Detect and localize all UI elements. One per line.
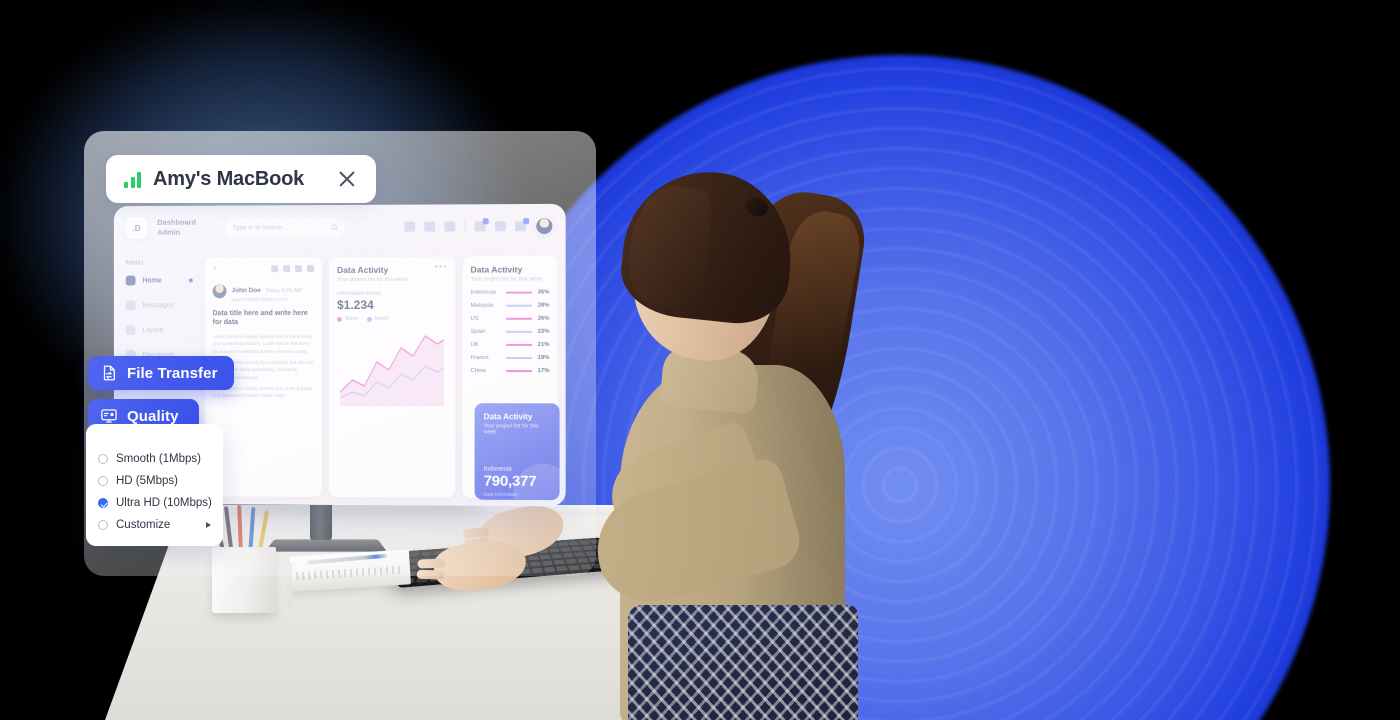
- quality-option-ultra-hd[interactable]: Ultra HD (10Mbps): [86, 492, 223, 514]
- quality-menu: Smooth (1Mbps) HD (5Mbps) Ultra HD (10Mb…: [86, 424, 223, 546]
- quality-label: Quality: [127, 407, 179, 425]
- radio-checked-icon: [98, 498, 108, 508]
- quality-option-label: Smooth (1Mbps): [116, 453, 202, 465]
- quality-option-label: Ultra HD (10Mbps): [116, 497, 212, 509]
- radio-icon: [98, 520, 108, 530]
- file-transfer-icon: [103, 365, 115, 381]
- quality-option-customize[interactable]: Customize: [86, 514, 223, 536]
- close-icon[interactable]: [336, 168, 358, 190]
- quality-option-smooth[interactable]: Smooth (1Mbps): [86, 448, 223, 470]
- popup-header: Amy's MacBook: [106, 155, 376, 203]
- chevron-right-icon: [206, 522, 211, 528]
- patterned-skirt: [628, 605, 858, 720]
- file-transfer-label: File Transfer: [127, 364, 218, 382]
- hair-front: [623, 182, 715, 310]
- quality-option-label: HD (5Mbps): [116, 475, 178, 487]
- file-transfer-button[interactable]: File Transfer: [88, 356, 234, 390]
- radio-icon: [98, 476, 108, 486]
- quality-option-label: Customize: [116, 519, 171, 531]
- monitor-quality-icon: [101, 409, 117, 423]
- radio-icon: [98, 454, 108, 464]
- quality-option-hd[interactable]: HD (5Mbps): [86, 470, 223, 492]
- person-woman: [416, 150, 871, 720]
- signal-bars-icon: [124, 171, 141, 188]
- page-title: Amy's MacBook: [153, 167, 305, 190]
